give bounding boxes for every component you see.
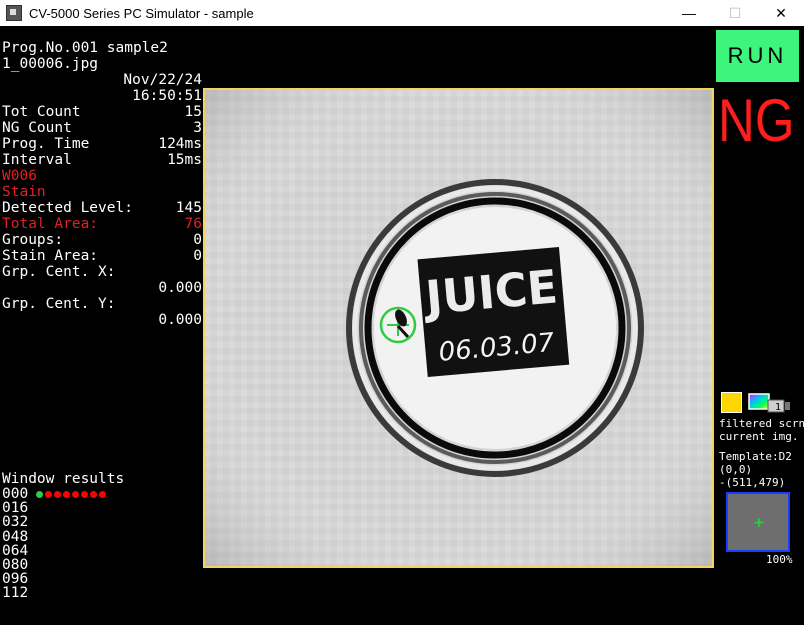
total-area-label: Total Area:: [2, 216, 99, 232]
interval-label: Interval: [2, 152, 72, 168]
inspection-image: JUICE 06.03.07: [205, 90, 712, 566]
window-result-dots: [36, 487, 108, 501]
ng-count-row: NG Count 3: [2, 120, 202, 136]
result-dot: [90, 491, 98, 498]
current-image-label: current img.: [719, 430, 799, 443]
file-line: 1_00006.jpg: [2, 56, 99, 72]
ng-count-label: NG Count: [2, 120, 72, 136]
template-thumbnail[interactable]: +: [726, 492, 790, 552]
interval-row: Interval 15ms: [2, 152, 202, 168]
tool-name: Stain: [2, 184, 46, 200]
groups-row: Groups: 0: [2, 232, 202, 248]
prog-time-label: Prog. Time: [2, 136, 90, 152]
detected-level-label: Detected Level:: [2, 200, 133, 216]
result-dot: [54, 491, 62, 498]
filtered-screen-label: filtered scrn: [719, 417, 804, 430]
stain-area-label: Stain Area:: [2, 248, 99, 264]
template-origin: (0,0): [719, 463, 753, 476]
minimize-button[interactable]: —: [666, 0, 712, 26]
tot-count-value: 15: [184, 104, 202, 120]
stain-area-row: Stain Area: 0: [2, 248, 202, 264]
result-dot: [72, 491, 80, 498]
window-result-index: 112: [2, 585, 29, 602]
result-info-panel: Prog.No.001 sample2 1_00006.jpg Nov/22/2…: [2, 40, 202, 328]
groups-label: Groups:: [2, 232, 64, 248]
app-icon: [6, 5, 22, 21]
window-result-row: 016: [2, 501, 202, 516]
window-id: W006: [2, 168, 37, 184]
interval-value: 15ms: [167, 152, 202, 168]
time-line: 16:50:51: [132, 88, 202, 104]
product-label: JUICE 06.03.07: [417, 247, 570, 377]
maximize-button[interactable]: ☐: [712, 0, 758, 26]
window-result-row: 080: [2, 558, 202, 573]
total-area-row: Total Area: 76: [2, 216, 202, 232]
template-label: Template:D2: [719, 450, 792, 463]
close-button[interactable]: ✕: [758, 0, 804, 26]
window-result-row: 048: [2, 529, 202, 544]
template-extent: -(511,479): [719, 476, 786, 489]
detected-level-row: Detected Level: 145: [2, 200, 202, 216]
prog-time-value: 124ms: [158, 136, 202, 152]
result-dot: [63, 491, 71, 498]
grp-cent-x-label: Grp. Cent. X:: [2, 264, 116, 280]
window-result-row: 096: [2, 572, 202, 587]
window-results-panel: Window results 000 016 032 048 064 080 096 112: [2, 471, 202, 601]
program-line: Prog.No.001 sample2: [2, 40, 168, 56]
prog-time-row: Prog. Time 124ms: [2, 136, 202, 152]
inspection-image-view[interactable]: JUICE 06.03.07: [203, 88, 714, 568]
color-swatch-button[interactable]: [721, 392, 742, 413]
window-result-row: 112: [2, 585, 202, 602]
date-line: Nov/22/24: [123, 72, 202, 88]
judgement-ng: NG: [718, 87, 795, 154]
window-result-row: 064: [2, 544, 202, 559]
tot-count-label: Tot Count: [2, 104, 81, 120]
grp-cent-y-label: Grp. Cent. Y:: [2, 296, 116, 312]
result-dot: [36, 491, 44, 498]
ng-count-value: 3: [193, 120, 202, 136]
window-id-row: W006: [2, 168, 202, 184]
window-result-row: 032: [2, 515, 202, 530]
window-result-row: 000: [2, 487, 202, 501]
stain-area-value: 0: [193, 248, 202, 264]
result-dot: [99, 491, 107, 498]
tool-name-row: Stain: [2, 184, 202, 200]
zoom-level: 100%: [766, 553, 793, 566]
groups-value: 0: [193, 232, 202, 248]
window-results-title: Window results: [2, 471, 125, 487]
crosshair-icon: +: [753, 515, 765, 531]
result-dot: [81, 491, 89, 498]
result-dot: [45, 491, 53, 498]
simulator-client: Prog.No.001 sample2 1_00006.jpg Nov/22/2…: [0, 26, 804, 625]
title-bar: CV-5000 Series PC Simulator - sample — ☐…: [0, 0, 804, 26]
total-area-value: 76: [184, 216, 202, 232]
tot-count-row: Tot Count 15: [2, 104, 202, 120]
detected-level-value: 145: [175, 200, 202, 216]
camera-icon[interactable]: 1: [748, 393, 792, 415]
window-title: CV-5000 Series PC Simulator - sample: [29, 5, 254, 21]
grp-cent-y-value: 0.000: [158, 312, 202, 328]
camera-number: 1: [775, 402, 781, 413]
view-tools: 1: [721, 392, 801, 416]
run-status-box: RUN: [716, 30, 799, 82]
grp-cent-x-value: 0.000: [158, 280, 202, 296]
